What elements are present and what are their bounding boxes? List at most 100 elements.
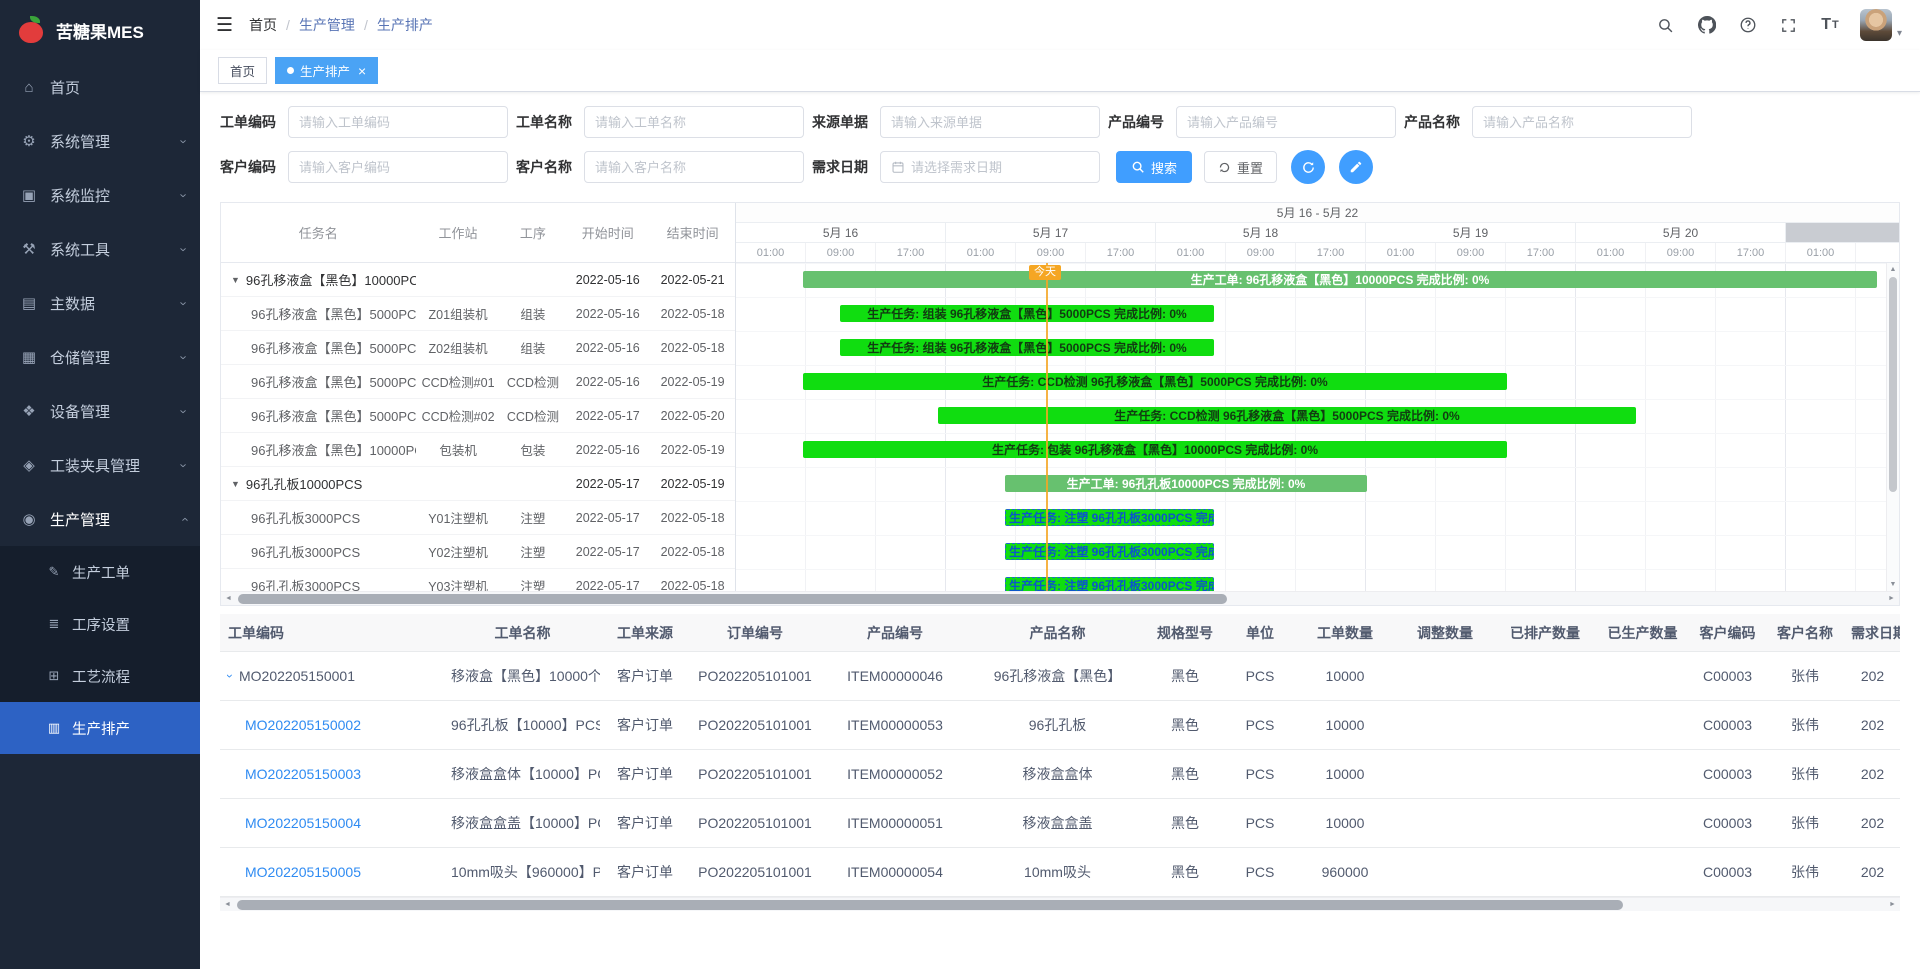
gantt-task-row[interactable]: 96孔移液盒【黑色】5000PCSCCD检测#02CCD检测2022-05-17… [221,399,735,433]
gantt-bar[interactable]: 生产任务: 包装 96孔移液盒【黑色】10000PCS 完成比例: 0% [803,441,1507,458]
help-icon[interactable] [1737,14,1759,36]
orders-horizontal-scrollbar[interactable]: ◄ ► [220,897,1900,911]
filter-label: 工单编码 [220,112,276,132]
order-row[interactable]: MO20220515000296孔孔板【10000】PCS客户订单PO20220… [220,701,1900,750]
date-input[interactable] [880,151,1100,183]
filter-input[interactable] [595,160,793,175]
user-menu[interactable]: ▾ [1860,9,1902,41]
text-input[interactable] [1176,106,1396,138]
filter-input[interactable] [299,160,497,175]
filter-input[interactable] [595,115,793,130]
gantt-bar[interactable]: 生产任务: 注塑 96孔孔板3000PCS 完成比例: 0% [1005,509,1214,526]
sidebar-item[interactable]: ◉生产管理› [0,492,200,546]
tab-item[interactable]: 首页 [218,57,267,84]
refresh-button[interactable] [1291,150,1325,184]
gantt-task-row[interactable]: 96孔移液盒【黑色】5000PCSZ01组装机组装2022-05-162022-… [221,297,735,331]
text-input[interactable] [288,106,508,138]
github-icon[interactable] [1696,14,1718,36]
gantt-horizontal-scrollbar[interactable]: ◄ ► [221,591,1899,605]
reset-button[interactable]: 重置 [1204,151,1277,183]
gantt-task-row[interactable]: 96孔移液盒【黑色】5000PCSZ02组装机组装2022-05-162022-… [221,331,735,365]
scrollbar-track[interactable] [235,898,1885,912]
expand-caret-icon[interactable]: › [223,674,237,678]
gantt-bar[interactable]: 生产任务: 组装 96孔移液盒【黑色】5000PCS 完成比例: 0% [840,305,1214,322]
order-code-link[interactable]: MO202205150005 [245,864,361,880]
order-row[interactable]: ›MO202205150001移液盒【黑色】10000个客户订单PO202205… [220,652,1900,701]
gantt-task-row[interactable]: 96孔移液盒【黑色】5000PCSCCD检测#01CCD检测2022-05-16… [221,365,735,399]
gantt-bar[interactable]: 生产任务: 组装 96孔移液盒【黑色】5000PCS 完成比例: 0% [840,339,1214,356]
scrollbar-thumb[interactable] [237,900,1623,910]
flow-icon: ⊞ [46,668,62,684]
gantt-bar[interactable]: 生产工单: 96孔移液盒【黑色】10000PCS 完成比例: 0% [803,271,1877,288]
text-input[interactable] [288,151,508,183]
filter-input[interactable] [891,115,1089,130]
gantt-task-row[interactable]: ▼96孔孔板10000PCS2022-05-172022-05-19 [221,467,735,501]
gantt-bar[interactable]: 生产任务: 注塑 96孔孔板3000PCS 完成比例: 0% [1005,543,1214,560]
sidebar-item[interactable]: ⌂首页 [0,60,200,114]
filter-input[interactable] [1187,115,1385,130]
scroll-right-icon[interactable]: ► [1885,901,1900,908]
order-code-link[interactable]: MO202205150001 [239,668,355,684]
search-button[interactable]: 搜索 [1116,151,1192,183]
sidebar-toggle-icon[interactable]: ☰ [216,14,233,37]
gantt-bar[interactable]: 生产任务: CCD检测 96孔移液盒【黑色】5000PCS 完成比例: 0% [803,373,1507,390]
gantt-task-row[interactable]: 96孔移液盒【黑色】10000PCS包装机包装2022-05-162022-05… [221,433,735,467]
sidebar-item[interactable]: ▦仓储管理› [0,330,200,384]
edit-button[interactable] [1339,150,1373,184]
sidebar-item[interactable]: ⚒系统工具› [0,222,200,276]
fullscreen-icon[interactable] [1778,14,1800,36]
sidebar-item[interactable]: ▤主数据› [0,276,200,330]
gantt-task-row[interactable]: 96孔孔板3000PCSY02注塑机注塑2022-05-172022-05-18 [221,535,735,569]
scrollbar-thumb[interactable] [238,594,1227,604]
breadcrumb-item[interactable]: 首页 [249,15,277,35]
order-row[interactable]: MO20220515000510mm吸头【960000】PCS客户订单PO202… [220,848,1900,897]
avatar[interactable] [1860,9,1892,41]
filter-input[interactable] [1483,115,1681,130]
sidebar-item[interactable]: ▣系统监控› [0,168,200,222]
order-code-link[interactable]: MO202205150002 [245,717,361,733]
collapse-caret-icon[interactable]: ▼ [231,479,240,489]
sidebar-subitem[interactable]: ⊞工艺流程 [0,650,200,702]
scroll-left-icon[interactable]: ◄ [221,595,236,602]
scroll-down-icon[interactable]: ▼ [1890,578,1897,591]
scroll-right-icon[interactable]: ► [1884,595,1899,602]
app-logo[interactable]: 苦糖果MES [0,0,200,60]
order-row[interactable]: MO202205150003移液盒盒体【10000】PCS客户订单PO20220… [220,750,1900,799]
font-size-icon[interactable]: TT [1819,14,1841,36]
filter-input[interactable] [911,160,1089,175]
order-code-link[interactable]: MO202205150004 [245,815,361,831]
scrollbar-track[interactable] [236,592,1884,606]
gantt-bar[interactable]: 生产任务: 注塑 96孔孔板3000PCS 完成比例: 0% [1005,577,1214,591]
sidebar-item[interactable]: ⚙系统管理› [0,114,200,168]
scroll-up-icon[interactable]: ▲ [1890,263,1897,276]
sidebar-subitem[interactable]: ✎生产工单 [0,546,200,598]
collapse-caret-icon[interactable]: ▼ [231,275,240,285]
sidebar-subitem[interactable]: ≣工序设置 [0,598,200,650]
scrollbar-thumb[interactable] [1889,277,1897,492]
text-input[interactable] [1472,106,1692,138]
gantt-bar[interactable]: 生产工单: 96孔孔板10000PCS 完成比例: 0% [1005,475,1367,492]
filter-input[interactable] [299,115,497,130]
sidebar: 苦糖果MES ⌂首页⚙系统管理›▣系统监控›⚒系统工具›▤主数据›▦仓储管理›❖… [0,0,200,969]
sidebar-item-label: 系统监控 [50,185,170,206]
sidebar-subitem[interactable]: ▥生产排产 [0,702,200,754]
text-input[interactable] [584,106,804,138]
gantt-task-row[interactable]: ▼96孔移液盒【黑色】10000PCS2022-05-162022-05-21 [221,263,735,297]
breadcrumb-item[interactable]: 生产排产 [377,15,433,35]
breadcrumb-item[interactable]: 生产管理 [299,15,355,35]
orders-column-header: 客户名称 [1765,623,1845,643]
gantt-bar[interactable]: 生产任务: CCD检测 96孔移液盒【黑色】5000PCS 完成比例: 0% [938,407,1636,424]
order-code-link[interactable]: MO202205150003 [245,766,361,782]
gantt-vertical-scrollbar[interactable]: ▲ ▼ [1886,263,1899,591]
gantt-task-row[interactable]: 96孔孔板3000PCSY03注塑机注塑2022-05-172022-05-18 [221,569,735,591]
text-input[interactable] [584,151,804,183]
text-input[interactable] [880,106,1100,138]
search-icon[interactable] [1655,14,1677,36]
sidebar-item[interactable]: ◈工装夹具管理› [0,438,200,492]
order-row[interactable]: MO202205150004移液盒盒盖【10000】PCS客户订单PO20220… [220,799,1900,848]
gantt-task-row[interactable]: 96孔孔板3000PCSY01注塑机注塑2022-05-172022-05-18 [221,501,735,535]
sidebar-item[interactable]: ❖设备管理› [0,384,200,438]
scroll-left-icon[interactable]: ◄ [220,901,235,908]
tab-close-icon[interactable]: × [358,64,366,78]
tab-item[interactable]: 生产排产× [275,57,378,84]
